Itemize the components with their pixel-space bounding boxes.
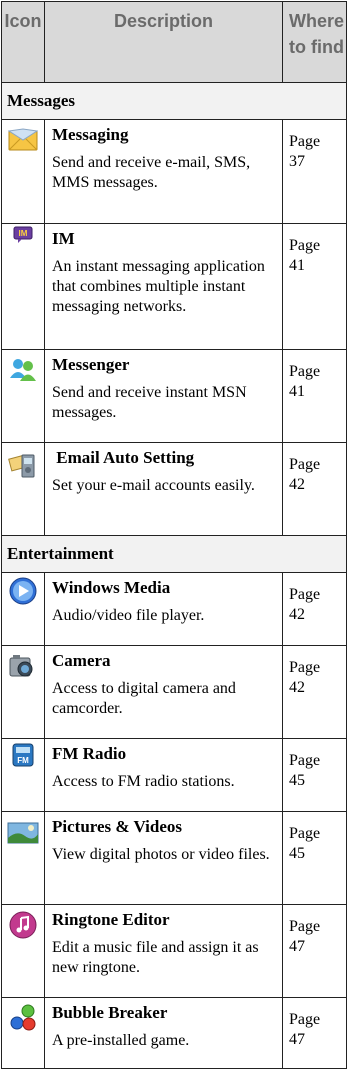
- page-number: 42: [289, 476, 305, 493]
- header-icon: Icon: [1, 1, 45, 83]
- header-description: Description: [44, 1, 283, 83]
- page-label: Page: [289, 752, 321, 769]
- page-number: 37: [289, 153, 305, 170]
- app-name: IM: [52, 229, 75, 248]
- app-name: Camera: [52, 651, 111, 670]
- table-row-messenger: Messenger Send and receive instant MSN m…: [1, 349, 347, 443]
- app-name: Pictures & Videos: [52, 817, 183, 836]
- app-name: Messaging: [52, 125, 129, 144]
- page-label: Page: [289, 586, 321, 603]
- app-name: Windows Media: [52, 578, 171, 597]
- im-icon: IM: [13, 226, 33, 243]
- app-description: Access to digital camera and camcorder.: [52, 680, 236, 717]
- table-row-windows-media: Windows Media Audio/video file player. P…: [1, 572, 347, 646]
- page-label: Page: [289, 825, 321, 842]
- table-row-email-auto-setting: Email Auto Setting Set your e-mail accou…: [1, 442, 347, 536]
- section-title: Messages: [1, 82, 347, 120]
- page-number: 47: [289, 1031, 305, 1048]
- page-number: 45: [289, 772, 305, 789]
- app-description: Send and receive e-mail, SMS, MMS messag…: [52, 154, 251, 191]
- windows-media-icon: [9, 577, 37, 605]
- app-name: FM Radio: [52, 744, 127, 763]
- page-label: Page: [289, 918, 321, 935]
- table-header-row: Icon Description Where to find: [1, 1, 347, 83]
- bubble-breaker-icon: [10, 1004, 36, 1031]
- svg-text:FM: FM: [17, 756, 29, 765]
- app-description: Audio/video file player.: [52, 607, 205, 624]
- page-number: 41: [289, 383, 305, 400]
- app-name: Ringtone Editor: [52, 910, 170, 929]
- app-name: Messenger: [52, 355, 130, 374]
- app-description: Set your e-mail accounts easily.: [52, 477, 255, 494]
- page-label: Page: [289, 1011, 321, 1028]
- table-row-messaging: Messaging Send and receive e-mail, SMS, …: [1, 119, 347, 224]
- app-description: A pre-installed game.: [52, 1032, 190, 1049]
- svg-text:IM: IM: [19, 229, 28, 238]
- fm-radio-icon: FM: [12, 743, 34, 767]
- page-label: Page: [289, 237, 321, 254]
- app-name: Email Auto Setting: [52, 448, 195, 467]
- app-description: An instant messaging application that co…: [52, 258, 265, 315]
- app-description: Access to FM radio stations.: [52, 773, 235, 790]
- app-description: View digital photos or video files.: [52, 846, 270, 863]
- app-description: Send and receive instant MSN messages.: [52, 384, 247, 421]
- page-label: Page: [289, 133, 321, 150]
- section-entertainment: Entertainment: [1, 535, 347, 573]
- page-number: 42: [289, 679, 305, 696]
- app-description: Edit a music file and assign it as new r…: [52, 939, 259, 976]
- page-label: Page: [289, 456, 321, 473]
- page-label: Page: [289, 363, 321, 380]
- table-row-camera: Camera Access to digital camera and camc…: [1, 645, 347, 739]
- page-number: 45: [289, 845, 305, 862]
- applications-table: Icon Description Where to find Messages …: [1, 1, 347, 1069]
- page-number: 42: [289, 606, 305, 623]
- section-messages: Messages: [1, 82, 347, 120]
- section-title: Entertainment: [1, 535, 347, 573]
- pictures-icon: [7, 822, 39, 844]
- envelope-icon: [8, 128, 38, 151]
- page-number: 41: [289, 257, 305, 274]
- page-label: Page: [289, 659, 321, 676]
- header-where-to-find: Where to find: [282, 1, 347, 83]
- email-setting-icon: [8, 454, 35, 478]
- messenger-icon: [10, 359, 36, 381]
- table-row-pictures-videos: Pictures & Videos View digital photos or…: [1, 811, 347, 905]
- ringtone-editor-icon: [9, 911, 37, 939]
- camera-icon: [9, 655, 33, 677]
- table-row-ringtone-editor: Ringtone Editor Edit a music file and as…: [1, 904, 347, 998]
- table-row-bubble-breaker: Bubble Breaker A pre-installed game. Pag…: [1, 997, 347, 1069]
- page-number: 47: [289, 938, 305, 955]
- table-row-im: IM IM An instant messaging application t…: [1, 223, 347, 350]
- app-name: Bubble Breaker: [52, 1003, 168, 1022]
- table-row-fm-radio: FM FM Radio Access to FM radio stations.…: [1, 738, 347, 812]
